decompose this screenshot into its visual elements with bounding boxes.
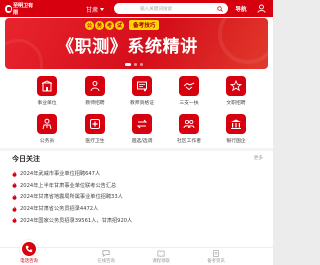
category-item-certificate[interactable]: 教师资格证 (125, 72, 159, 106)
category-item-xuandiao[interactable]: 遴选/选调 (125, 110, 159, 144)
tab-phone-consult[interactable]: 电话咨询 (14, 240, 44, 265)
news-item-title: 2024年武威市事业单位招聘647人 (20, 171, 101, 178)
top-header: 至明卫有限 甘肃 输入关键词搜索 导航 (0, 0, 273, 17)
fire-icon (12, 171, 17, 177)
building-icon (37, 76, 57, 96)
category-item-teacher[interactable]: 教师招聘 (78, 72, 112, 106)
news-item[interactable]: 2024年甘肃省公务员招录4472人 (12, 203, 262, 215)
category-item-shiye[interactable]: 事业单位 (30, 72, 64, 106)
main-card: 公 务 考 试 备考技巧 《职测》系统精讲 事业单位 教师招聘 教师资格证 三支… (0, 17, 273, 265)
fire-icon (12, 205, 17, 212)
military-icon (226, 76, 246, 96)
logo-mark-icon (5, 4, 13, 13)
banner-pagination[interactable] (125, 63, 143, 66)
search-icon[interactable] (217, 5, 223, 12)
category-item-gongwuyuan[interactable]: 公务员 (30, 110, 64, 144)
category-item-wenzhi[interactable]: 文职招聘 (219, 72, 253, 106)
category-grid: 事业单位 教师招聘 教师资格证 三支一扶 文职招聘 公务员 医疗卫生 遴选/选调… (0, 72, 273, 147)
banner-badge: 试 (115, 20, 124, 30)
news-item[interactable]: 2024年甘肃省地震局所属事业单位招聘33人 (12, 191, 262, 203)
tab-active-label: 电话咨询 (20, 259, 38, 264)
handshake-icon (179, 76, 199, 96)
news-item[interactable]: 2024年武威市事业单位招聘647人 (12, 168, 262, 180)
chat-icon (102, 250, 110, 257)
tab-course[interactable]: 课程领取 (141, 248, 181, 265)
section-divider (0, 148, 273, 151)
banner-badge: 务 (95, 20, 104, 30)
phone-icon (20, 240, 38, 258)
fire-icon (12, 182, 17, 189)
category-item-community[interactable]: 社区工作者 (172, 110, 206, 144)
search-input[interactable]: 输入关键词搜索 (114, 3, 228, 14)
region-selector[interactable]: 甘肃 (86, 5, 105, 14)
category-label: 医疗卫生 (85, 139, 105, 144)
news-section-title: 今日关注 (12, 155, 40, 163)
news-more-link[interactable]: 更多 (254, 155, 263, 161)
fire-icon (12, 194, 17, 200)
logo-text: 至明卫有限 (13, 2, 33, 16)
tab-label: 课程领取 (152, 259, 170, 264)
banner-decoration (5, 39, 43, 69)
region-label: 甘肃 (86, 7, 99, 14)
community-icon (179, 114, 199, 134)
user-icon[interactable] (257, 4, 266, 13)
document-icon (213, 250, 219, 257)
category-item-sanzhiyifu[interactable]: 三支一扶 (172, 72, 206, 106)
category-label: 遴选/选调 (131, 139, 153, 144)
category-label: 三支一扶 (179, 101, 199, 106)
transfer-icon (132, 114, 152, 134)
banner-tips: 备考技巧 (129, 20, 160, 30)
chevron-down-icon (100, 8, 105, 11)
news-item[interactable]: 2024年国家公务员招录39561人，甘肃招920人 (12, 214, 262, 226)
category-label: 公务员 (39, 139, 55, 144)
search-placeholder: 输入关键词搜索 (140, 7, 173, 12)
banner-badge: 考 (105, 20, 114, 30)
banner-badge: 公 (85, 20, 94, 30)
bank-icon (226, 114, 246, 134)
tab-news[interactable]: 备考资讯 (196, 248, 236, 265)
site-logo[interactable]: 至明卫有限 (5, 2, 35, 16)
banner-title: 《职测》系统精讲 (57, 37, 198, 57)
news-item[interactable]: 2024年上半年甘肃事业单位联考公告汇总 (12, 180, 262, 192)
certificate-icon (132, 76, 152, 96)
news-list: 2024年武威市事业单位招聘647人 2024年上半年甘肃事业单位联考公告汇总 … (12, 168, 262, 226)
medical-icon (85, 114, 105, 134)
category-label: 银行国企 (226, 139, 246, 144)
book-icon (157, 250, 165, 257)
category-label: 教师资格证 (130, 101, 154, 106)
category-label: 事业单位 (37, 101, 57, 106)
category-label: 文职招聘 (226, 101, 246, 106)
nav-button[interactable]: 导航 (231, 3, 251, 14)
category-item-medical[interactable]: 医疗卫生 (78, 110, 112, 144)
news-item-title: 2024年上半年甘肃事业单位联考公告汇总 (20, 182, 117, 189)
tab-label: 备考资讯 (207, 259, 225, 264)
category-label: 教师招聘 (85, 101, 105, 106)
tab-label: 在线咨询 (97, 259, 115, 264)
promo-banner[interactable]: 公 务 考 试 备考技巧 《职测》系统精讲 (5, 18, 268, 69)
news-item-title: 2024年国家公务员招录39561人，甘肃招920人 (20, 217, 133, 224)
banner-badges: 公 务 考 试 备考技巧 (85, 20, 160, 30)
teacher-icon (85, 76, 105, 96)
tab-online-consult[interactable]: 在线咨询 (86, 248, 126, 265)
official-icon (37, 114, 57, 134)
fire-icon (12, 217, 17, 223)
category-label: 社区工作者 (177, 139, 201, 144)
banner-decoration (218, 18, 268, 64)
category-item-bank[interactable]: 银行国企 (219, 110, 253, 144)
news-item-title: 2024年甘肃省地震局所属事业单位招聘33人 (20, 194, 123, 201)
news-item-title: 2024年甘肃省公务员招录4472人 (20, 206, 99, 213)
